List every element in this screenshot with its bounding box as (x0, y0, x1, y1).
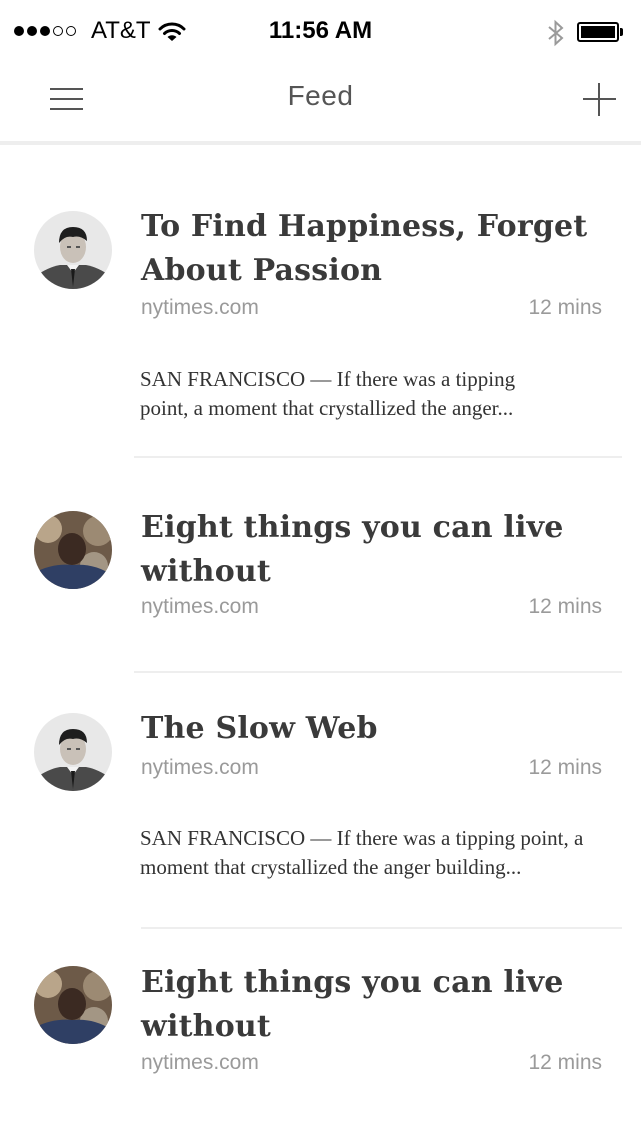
article-source: nytimes.com (141, 1051, 259, 1074)
nav-divider (0, 141, 641, 145)
battery-icon (577, 22, 619, 42)
article-title[interactable]: To Find Happiness, Forget About Passion (141, 205, 611, 293)
article-title-line: Eight things you can live (141, 965, 564, 1000)
avatar (34, 713, 112, 791)
article-title-line: without (141, 554, 271, 589)
article-snippet-line: moment that crystallized the anger build… (140, 855, 522, 879)
list-divider (141, 927, 622, 929)
article-snippet-line: point, a moment that crystallized the an… (140, 396, 514, 420)
status-bar: AT&T 11:56 AM (0, 0, 641, 62)
avatar (34, 511, 112, 589)
page-title: Feed (287, 80, 354, 111)
article-time: 12 mins (528, 1051, 602, 1074)
list-divider (134, 671, 622, 673)
article-title[interactable]: Eight things you can live without (141, 961, 611, 1049)
article-time: 12 mins (528, 756, 602, 779)
article-snippet-line: SAN FRANCISCO — If there was a tipping (140, 367, 516, 391)
status-time: 11:56 AM (268, 17, 373, 44)
bluetooth-icon (546, 19, 566, 52)
article-title-line: About Passion (141, 253, 383, 288)
list-divider (134, 456, 622, 458)
article-title[interactable]: The Slow Web (141, 707, 611, 751)
article-title-line: Eight things you can live (141, 510, 564, 545)
article-time: 12 mins (528, 296, 602, 319)
avatar (34, 211, 112, 289)
article-time: 12 mins (528, 595, 602, 618)
article-title[interactable]: Eight things you can live without (141, 506, 611, 594)
article-source: nytimes.com (141, 296, 259, 319)
article-source: nytimes.com (141, 756, 259, 779)
plus-icon[interactable] (578, 78, 622, 122)
article-snippet: SAN FRANCISCO — If there was a tipping p… (140, 824, 618, 882)
article-snippet: SAN FRANCISCO — If there was a tipping p… (140, 365, 618, 423)
article-snippet-line: SAN FRANCISCO — If there was a tipping p… (140, 826, 584, 850)
battery-tip (620, 28, 623, 36)
avatar (34, 966, 112, 1044)
article-title-line: To Find Happiness, Forget (141, 209, 588, 244)
article-title-line: without (141, 1009, 271, 1044)
nav-bar: Feed (0, 62, 641, 142)
article-title-line: The Slow Web (141, 711, 378, 746)
article-source: nytimes.com (141, 595, 259, 618)
